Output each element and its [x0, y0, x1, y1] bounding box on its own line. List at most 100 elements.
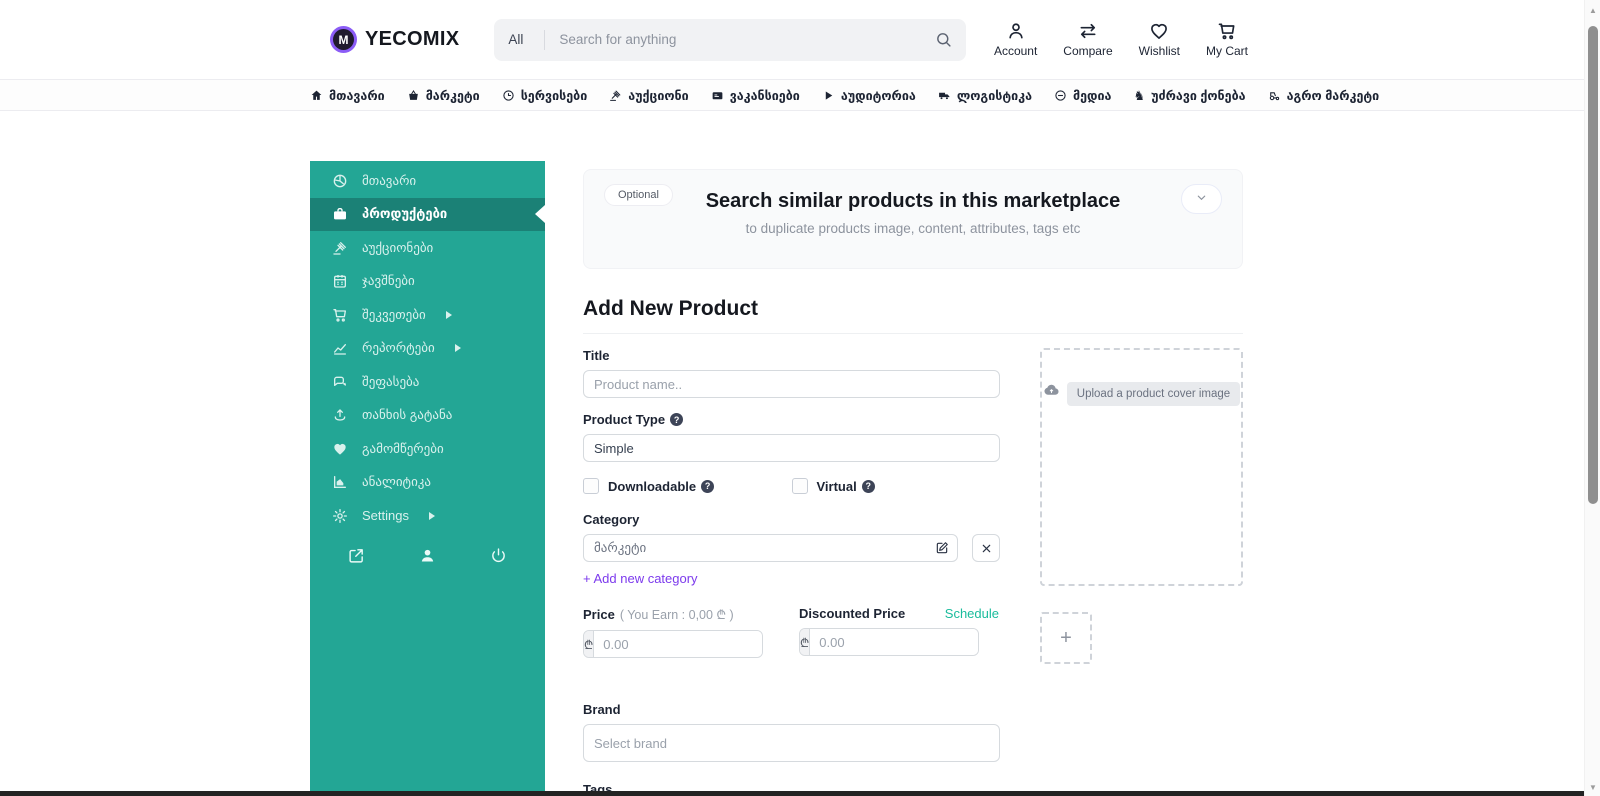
top-nav: მთავარი მარკეტი სერვისები აუქციონი ვაკან… [0, 80, 1600, 111]
add-gallery-image-button[interactable] [1040, 612, 1092, 664]
submenu-caret-icon [454, 344, 461, 353]
schedule-link[interactable]: Schedule [945, 606, 999, 621]
optional-badge: Optional [604, 184, 673, 206]
help-icon[interactable] [861, 479, 875, 493]
nav-label: აუქციონი [628, 88, 689, 103]
nav-label: მთავარი [329, 88, 385, 103]
edit-category-button[interactable] [935, 541, 949, 555]
close-icon [982, 544, 990, 552]
sidebar-item-products[interactable]: პროდუქტები [310, 197, 545, 231]
dashboard-icon [333, 174, 347, 188]
id-card-icon [712, 91, 723, 99]
search-icon[interactable] [935, 31, 952, 48]
gavel-icon [610, 90, 621, 101]
virtual-checkbox[interactable] [791, 478, 808, 494]
calendar-icon [334, 275, 346, 288]
sidebar: მთავარი პროდუქტები აუქციონები ჯავშნები შ… [310, 161, 545, 791]
active-pointer [535, 205, 545, 224]
scroll-up-arrow-icon[interactable] [1585, 6, 1600, 15]
price-field: Price ( You Earn : 0,00 ₾ ) ₾ [583, 606, 763, 658]
discounted-price-input[interactable] [810, 629, 978, 655]
clear-category-button[interactable] [972, 534, 1000, 562]
brand-label: Brand [583, 702, 621, 717]
product-images-panel: Upload a product cover image [1040, 348, 1243, 796]
compare-button[interactable]: Compare [1063, 21, 1113, 58]
clock-circle-icon [503, 89, 514, 101]
nav-item-auction[interactable]: აუქციონი [609, 88, 689, 103]
home-icon [311, 90, 322, 100]
sidebar-item-settings[interactable]: Settings [310, 499, 545, 533]
sidebar-item-auctions[interactable]: აუქციონები [310, 231, 545, 265]
card-expand-button[interactable] [1181, 184, 1222, 214]
upload-cover-button[interactable]: Upload a product cover image [1066, 382, 1241, 406]
nav-item-vacancies[interactable]: ვაკანსიები [711, 88, 800, 103]
nav-label: უძრავი ქონება [1151, 88, 1246, 103]
nav-label: სერვისები [520, 88, 588, 103]
nav-item-market[interactable]: მარკეტი [407, 88, 480, 103]
power-icon[interactable] [490, 547, 507, 564]
user-icon [1008, 23, 1023, 39]
product-type-select[interactable] [583, 434, 1000, 462]
sidebar-item-analytics[interactable]: ანალიტიკა [310, 466, 545, 500]
help-icon[interactable] [670, 413, 684, 426]
chat-icon [334, 376, 346, 386]
sidebar-item-label: შეფასება [362, 373, 420, 389]
downloadable-label: Downloadable [608, 478, 697, 494]
currency-lari-symbol: ₾ [800, 629, 811, 655]
sidebar-item-home[interactable]: მთავარი [310, 164, 545, 198]
category-input[interactable] [583, 534, 958, 562]
sidebar-item-reservations[interactable]: ჯავშნები [310, 265, 545, 299]
tractor-icon [1269, 91, 1279, 100]
nav-item-real-estate[interactable]: ♞ უძრავი ქონება [1133, 88, 1245, 103]
account-button[interactable]: Account [994, 21, 1037, 58]
upload-money-icon [334, 409, 346, 421]
sidebar-item-label: Settings [362, 508, 409, 524]
search-input[interactable] [559, 32, 936, 47]
search-filter-dropdown[interactable]: All [508, 32, 530, 47]
wishlist-button[interactable]: Wishlist [1139, 21, 1180, 58]
sidebar-item-subscribers[interactable]: გამომწერები [310, 432, 545, 466]
product-form: Title Product Type [583, 348, 1000, 796]
logo[interactable]: M YECOMIX [330, 26, 459, 53]
gavel-icon [333, 241, 346, 255]
downloadable-checkbox-row[interactable]: Downloadable [583, 478, 792, 494]
divider [583, 333, 1243, 334]
cover-image-dropzone[interactable]: Upload a product cover image [1040, 348, 1243, 586]
sidebar-item-label: შეკვეთები [362, 306, 426, 322]
nav-item-media[interactable]: მედია [1054, 88, 1111, 103]
sidebar-item-reviews[interactable]: შეფასება [310, 365, 545, 399]
scrollbar-thumb[interactable] [1588, 26, 1598, 504]
price-input[interactable] [594, 631, 762, 657]
downloadable-checkbox[interactable] [583, 478, 599, 494]
user-icon[interactable] [419, 547, 436, 564]
sidebar-item-label: ანალიტიკა [362, 474, 432, 490]
nav-item-agro-market[interactable]: აგრო მარკეტი [1268, 88, 1379, 103]
analytics-chart-icon [334, 476, 346, 489]
sidebar-item-withdraw[interactable]: თანხის გატანა [310, 399, 545, 433]
product-type-label-text: Product Type [583, 412, 666, 427]
nav-item-services[interactable]: სერვისები [502, 88, 588, 103]
scroll-down-arrow-icon[interactable] [1585, 783, 1600, 792]
brand-select[interactable] [583, 724, 1000, 762]
scrollbar[interactable] [1584, 0, 1600, 796]
gear-icon [333, 508, 347, 523]
virtual-checkbox-row[interactable]: Virtual [791, 478, 1001, 494]
title-label: Title [583, 348, 610, 363]
nav-item-auditoria[interactable]: აუდიტორია [822, 88, 916, 103]
help-icon[interactable] [701, 479, 715, 493]
my-cart-button[interactable]: My Cart [1206, 21, 1248, 58]
nav-label: მარკეტი [425, 88, 480, 103]
line-chart-icon [334, 344, 346, 355]
product-type-label: Product Type [583, 412, 1000, 427]
sidebar-item-reports[interactable]: რეპორტები [310, 332, 545, 366]
chevron-down-icon [1197, 195, 1206, 201]
sidebar-item-label: აუქციონები [362, 239, 434, 255]
heart-icon [1151, 23, 1168, 39]
external-link-icon[interactable] [348, 547, 365, 564]
nav-item-home[interactable]: მთავარი [310, 88, 385, 103]
add-new-category-link[interactable]: + Add new category [583, 571, 698, 586]
sidebar-item-orders[interactable]: შეკვეთები [310, 298, 545, 332]
wishlist-label: Wishlist [1138, 44, 1180, 58]
title-input[interactable] [583, 370, 1000, 398]
nav-item-logistics[interactable]: ლოგისტიკა [938, 88, 1032, 103]
